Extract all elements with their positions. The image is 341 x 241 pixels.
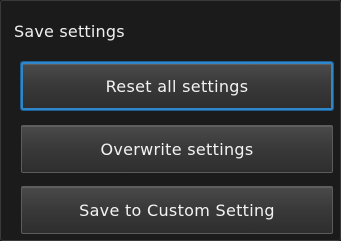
- reset-all-settings-label: Reset all settings: [105, 76, 249, 96]
- overwrite-settings-button[interactable]: Overwrite settings: [21, 125, 333, 173]
- save-settings-screen: Save settings Reset all settings Overwri…: [0, 0, 341, 241]
- screen-title: Save settings: [14, 22, 125, 41]
- reset-all-settings-button[interactable]: Reset all settings: [21, 62, 333, 110]
- save-to-custom-setting-label: Save to Custom Setting: [79, 200, 275, 220]
- save-to-custom-setting-button[interactable]: Save to Custom Setting: [21, 186, 333, 234]
- overwrite-settings-label: Overwrite settings: [100, 139, 254, 159]
